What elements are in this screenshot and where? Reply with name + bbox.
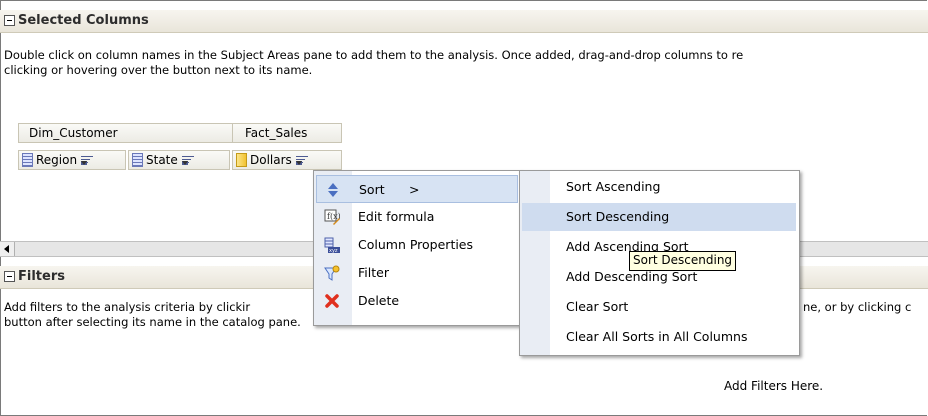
filters-description-line1-right: ne, or by clicking c: [803, 300, 912, 314]
column-menu-icon[interactable]: [81, 155, 96, 165]
filter-icon: [324, 265, 340, 281]
column-properties-icon: xyz: [324, 237, 340, 253]
filters-description-line1-left: Add filters to the analysis criteria by …: [4, 300, 251, 314]
menu-item-label: Clear All Sorts in All Columns: [566, 329, 748, 344]
selected-columns-description-line1: Double click on column names in the Subj…: [4, 48, 744, 62]
column-menu-icon[interactable]: [181, 155, 197, 165]
filters-description-line2: button after selecting its name in the c…: [4, 315, 301, 329]
group-label: Fact_Sales: [245, 126, 308, 140]
collapse-icon[interactable]: [4, 271, 15, 282]
filters-title: Filters: [18, 269, 65, 284]
column-region[interactable]: Region: [18, 150, 126, 170]
group-header-fact-sales[interactable]: Fact_Sales: [232, 123, 342, 143]
submenu-item-sort-ascending[interactable]: Sort Ascending: [522, 173, 796, 201]
tooltip: Sort Descending: [629, 251, 737, 271]
submenu-arrow-icon: >: [409, 182, 420, 197]
menu-item-label: Filter: [358, 265, 389, 280]
selected-columns-description-line2: clicking or hovering over the button nex…: [4, 63, 313, 77]
collapse-icon[interactable]: [4, 15, 15, 26]
column-label: State: [146, 153, 178, 167]
selected-columns-title: Selected Columns: [18, 13, 149, 28]
menu-item-label: Clear Sort: [566, 299, 629, 314]
menu-item-filter[interactable]: Filter: [316, 259, 518, 287]
column-dollars[interactable]: Dollars: [232, 150, 342, 170]
column-menu-icon[interactable]: [295, 155, 311, 165]
svg-text:xyz: xyz: [329, 248, 338, 253]
menu-item-delete[interactable]: Delete: [316, 287, 518, 315]
add-filters-hint: Add Filters Here.: [724, 379, 824, 393]
column-context-menu: Sort > f(x) Edit formula xyz Column Prop…: [313, 170, 521, 326]
group-header-dim-customer[interactable]: Dim_Customer: [18, 123, 238, 143]
submenu-item-clear-sort[interactable]: Clear Sort: [522, 293, 796, 321]
menu-item-label: Sort Descending: [566, 209, 670, 224]
menu-item-label: Edit formula: [358, 209, 435, 224]
group-label: Dim_Customer: [29, 126, 118, 140]
submenu-item-sort-descending[interactable]: Sort Descending: [522, 203, 796, 231]
menu-item-label: Sort Ascending: [566, 179, 661, 194]
column-label: Dollars: [250, 153, 292, 167]
menu-item-label: Column Properties: [358, 237, 474, 252]
menu-item-edit-formula[interactable]: f(x) Edit formula: [316, 203, 518, 231]
sort-icon: [328, 183, 338, 197]
menu-item-sort[interactable]: Sort >: [316, 175, 518, 203]
submenu-item-clear-all-sorts[interactable]: Clear All Sorts in All Columns: [522, 323, 796, 351]
attribute-column-icon: [22, 153, 33, 167]
attribute-column-icon: [132, 153, 143, 167]
edit-formula-icon: f(x): [324, 209, 340, 225]
column-state[interactable]: State: [128, 150, 230, 170]
selected-columns-header[interactable]: Selected Columns: [0, 10, 928, 33]
menu-item-label: Delete: [358, 293, 400, 308]
menu-item-label: Sort: [359, 182, 385, 197]
column-label: Region: [36, 153, 78, 167]
measure-column-icon: [236, 153, 247, 167]
menu-item-column-properties[interactable]: xyz Column Properties: [316, 231, 518, 259]
delete-icon: [325, 294, 339, 308]
scroll-left-arrow-icon[interactable]: [0, 242, 15, 256]
